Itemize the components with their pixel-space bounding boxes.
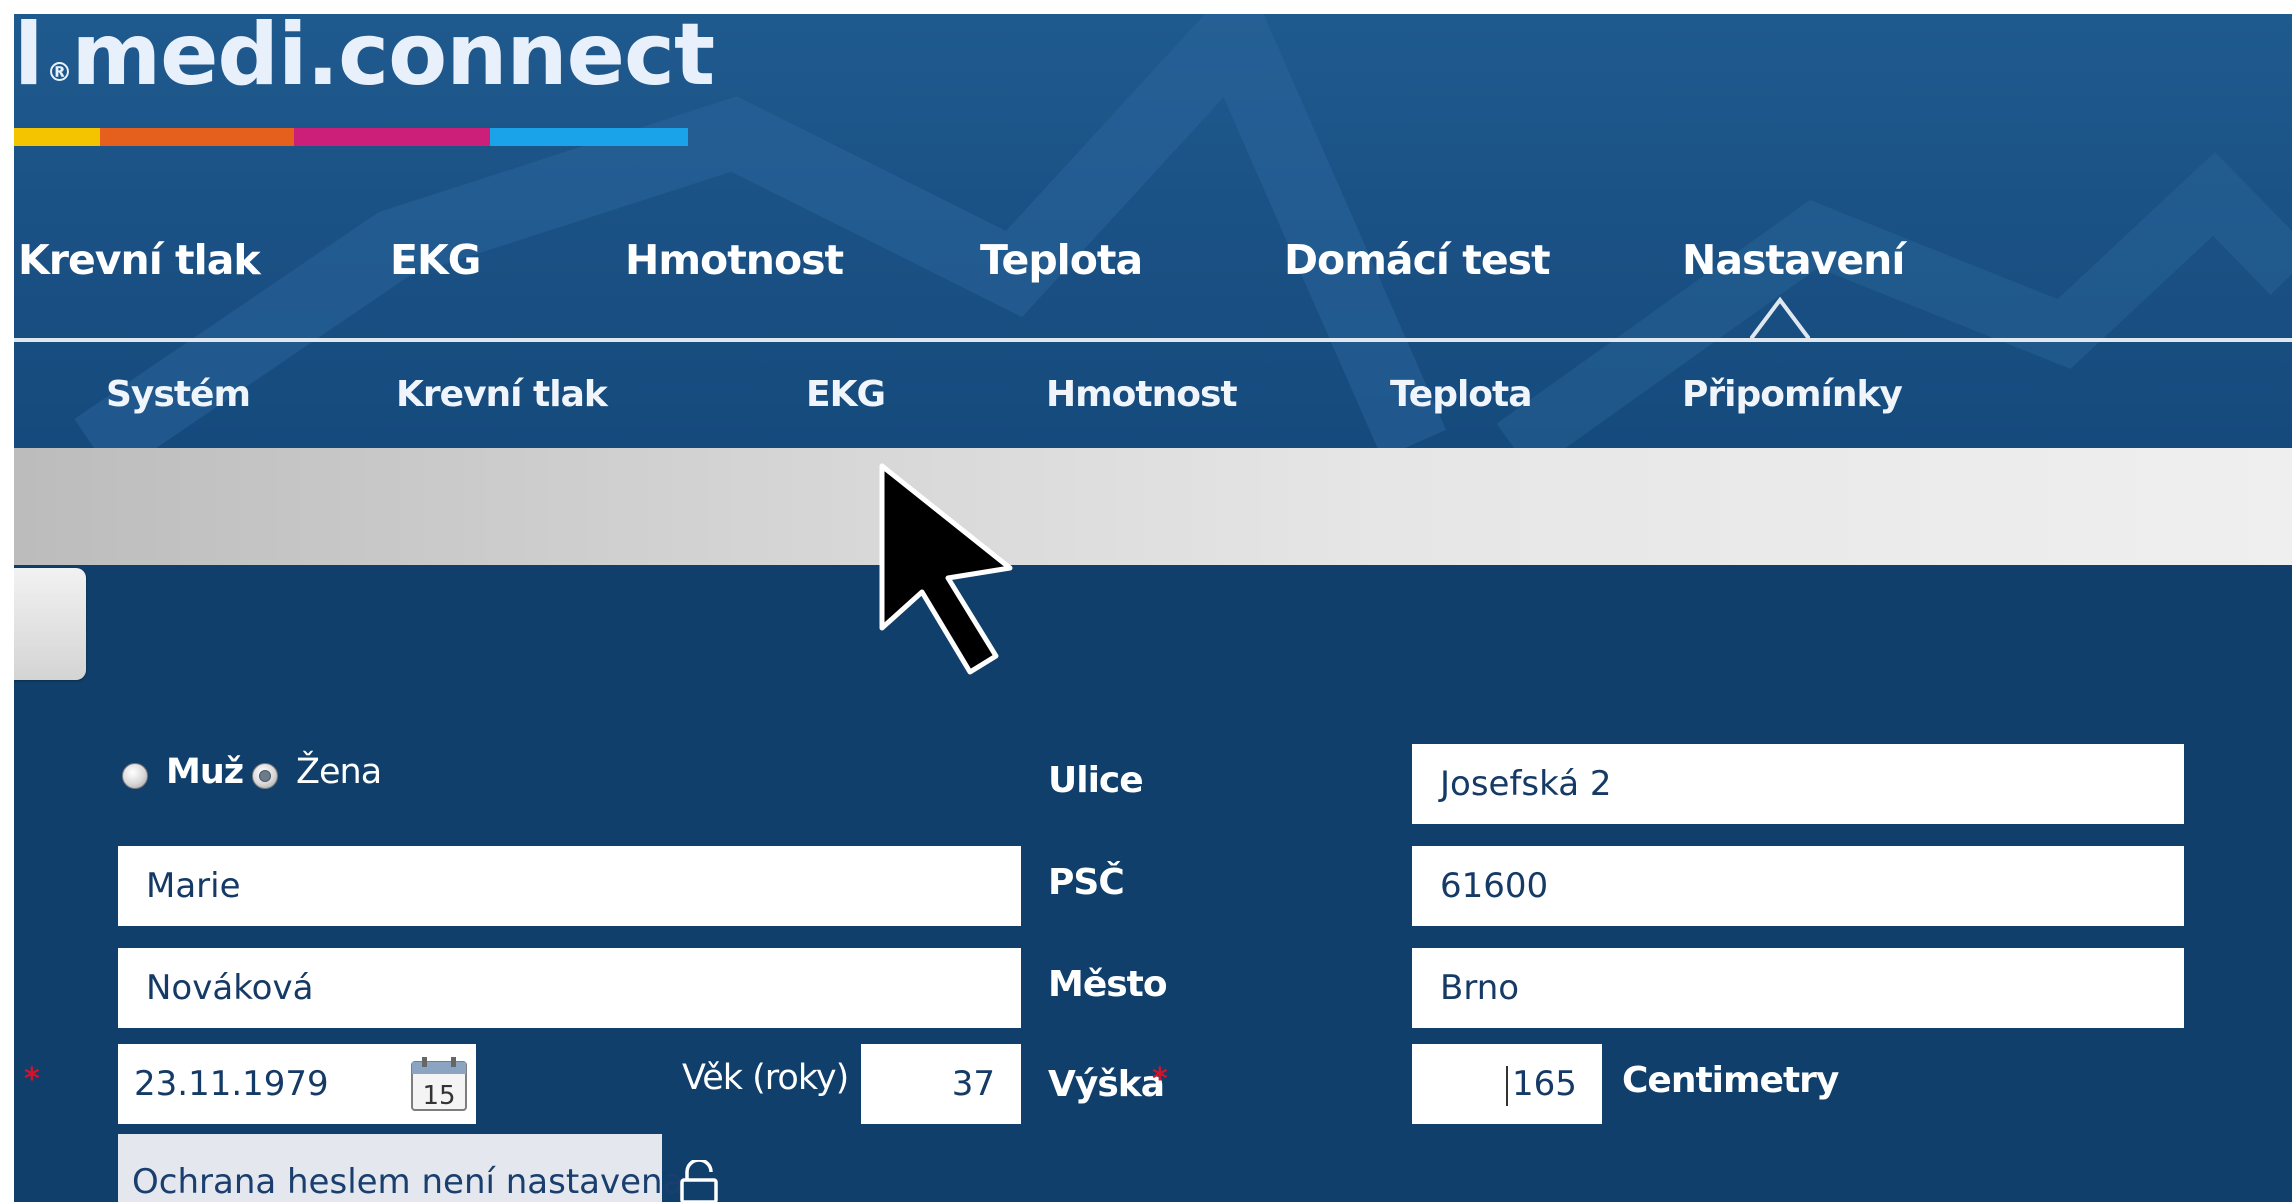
age-field: 37 bbox=[861, 1044, 1021, 1124]
sub-nav-blood-pressure[interactable]: Krevní tlak bbox=[396, 360, 608, 430]
unlock-icon[interactable] bbox=[678, 1160, 720, 1202]
city-field[interactable]: Brno bbox=[1412, 948, 2184, 1028]
main-nav-weight[interactable]: Hmotnost bbox=[625, 220, 844, 300]
last-name-field[interactable]: Nováková bbox=[118, 948, 1021, 1028]
zip-label: PSČ bbox=[1048, 862, 1125, 903]
main-nav-home-test[interactable]: Domácí test bbox=[1284, 220, 1551, 300]
screen-top-edge bbox=[0, 0, 2292, 14]
mouse-pointer-icon bbox=[879, 463, 1013, 675]
gender-male-radio[interactable] bbox=[122, 763, 148, 789]
svg-text:15: 15 bbox=[422, 1081, 455, 1111]
street-field[interactable]: Josefská 2 bbox=[1412, 744, 2184, 824]
gender-female-radio[interactable] bbox=[252, 763, 278, 789]
content-toolbar-band bbox=[14, 448, 2292, 565]
gender-male-label: Muž bbox=[166, 752, 244, 792]
gender-female-label: Žena bbox=[296, 752, 382, 792]
birth-date-required-mark: * bbox=[24, 1062, 40, 1097]
brand-stripe-yellow bbox=[14, 128, 100, 146]
nav-divider bbox=[14, 338, 2292, 342]
brand-color-bar bbox=[14, 128, 688, 146]
side-tab-button[interactable] bbox=[14, 568, 86, 680]
height-value: 165 bbox=[1512, 1064, 1577, 1104]
password-status-box: Ochrana heslem není nastavena bbox=[118, 1134, 683, 1202]
active-tab-caret-icon bbox=[1750, 296, 1810, 342]
city-label: Město bbox=[1048, 964, 1168, 1005]
app-window: l ®medi.connect Krevní tlak EKG Hmotnost … bbox=[0, 0, 2292, 1202]
main-nav-settings[interactable]: Nastavení bbox=[1682, 220, 1905, 300]
street-label: Ulice bbox=[1048, 760, 1144, 801]
text-caret bbox=[1506, 1065, 1508, 1106]
brand-stripe-orange bbox=[100, 128, 294, 146]
sub-nav-temperature[interactable]: Teplota bbox=[1390, 360, 1533, 430]
main-nav-blood-pressure[interactable]: Krevní tlak bbox=[18, 220, 261, 300]
sub-navigation: Systém Krevní tlak EKG Hmotnost Teplota … bbox=[14, 360, 2292, 430]
app-logo: l ®medi.connect bbox=[14, 5, 715, 105]
age-label: Věk (roky) bbox=[682, 1058, 849, 1098]
zip-field[interactable]: 61600 bbox=[1412, 846, 2184, 926]
calendar-icon[interactable]: 15 bbox=[410, 1056, 472, 1114]
main-nav-ekg[interactable]: EKG bbox=[390, 220, 481, 300]
sub-nav-weight[interactable]: Hmotnost bbox=[1046, 360, 1238, 430]
height-required-mark: * bbox=[1152, 1062, 1168, 1097]
screen-left-edge bbox=[0, 0, 14, 1202]
first-name-field[interactable]: Marie bbox=[118, 846, 1021, 926]
password-status-text: Ochrana heslem není nastavena bbox=[132, 1162, 684, 1202]
height-unit-label: Centimetry bbox=[1622, 1060, 1839, 1101]
height-field[interactable]: 165 bbox=[1412, 1044, 1602, 1124]
sub-nav-system[interactable]: Systém bbox=[106, 360, 251, 430]
main-navigation: Krevní tlak EKG Hmotnost Teplota Domácí … bbox=[14, 220, 2292, 300]
sub-nav-ekg[interactable]: EKG bbox=[806, 360, 886, 430]
brand-stripe-blue bbox=[490, 128, 688, 146]
main-nav-temperature[interactable]: Teplota bbox=[980, 220, 1143, 300]
height-label: Výška bbox=[1048, 1064, 1165, 1105]
sub-nav-reminders[interactable]: Připomínky bbox=[1682, 360, 1903, 430]
brand-stripe-magenta bbox=[294, 128, 490, 146]
